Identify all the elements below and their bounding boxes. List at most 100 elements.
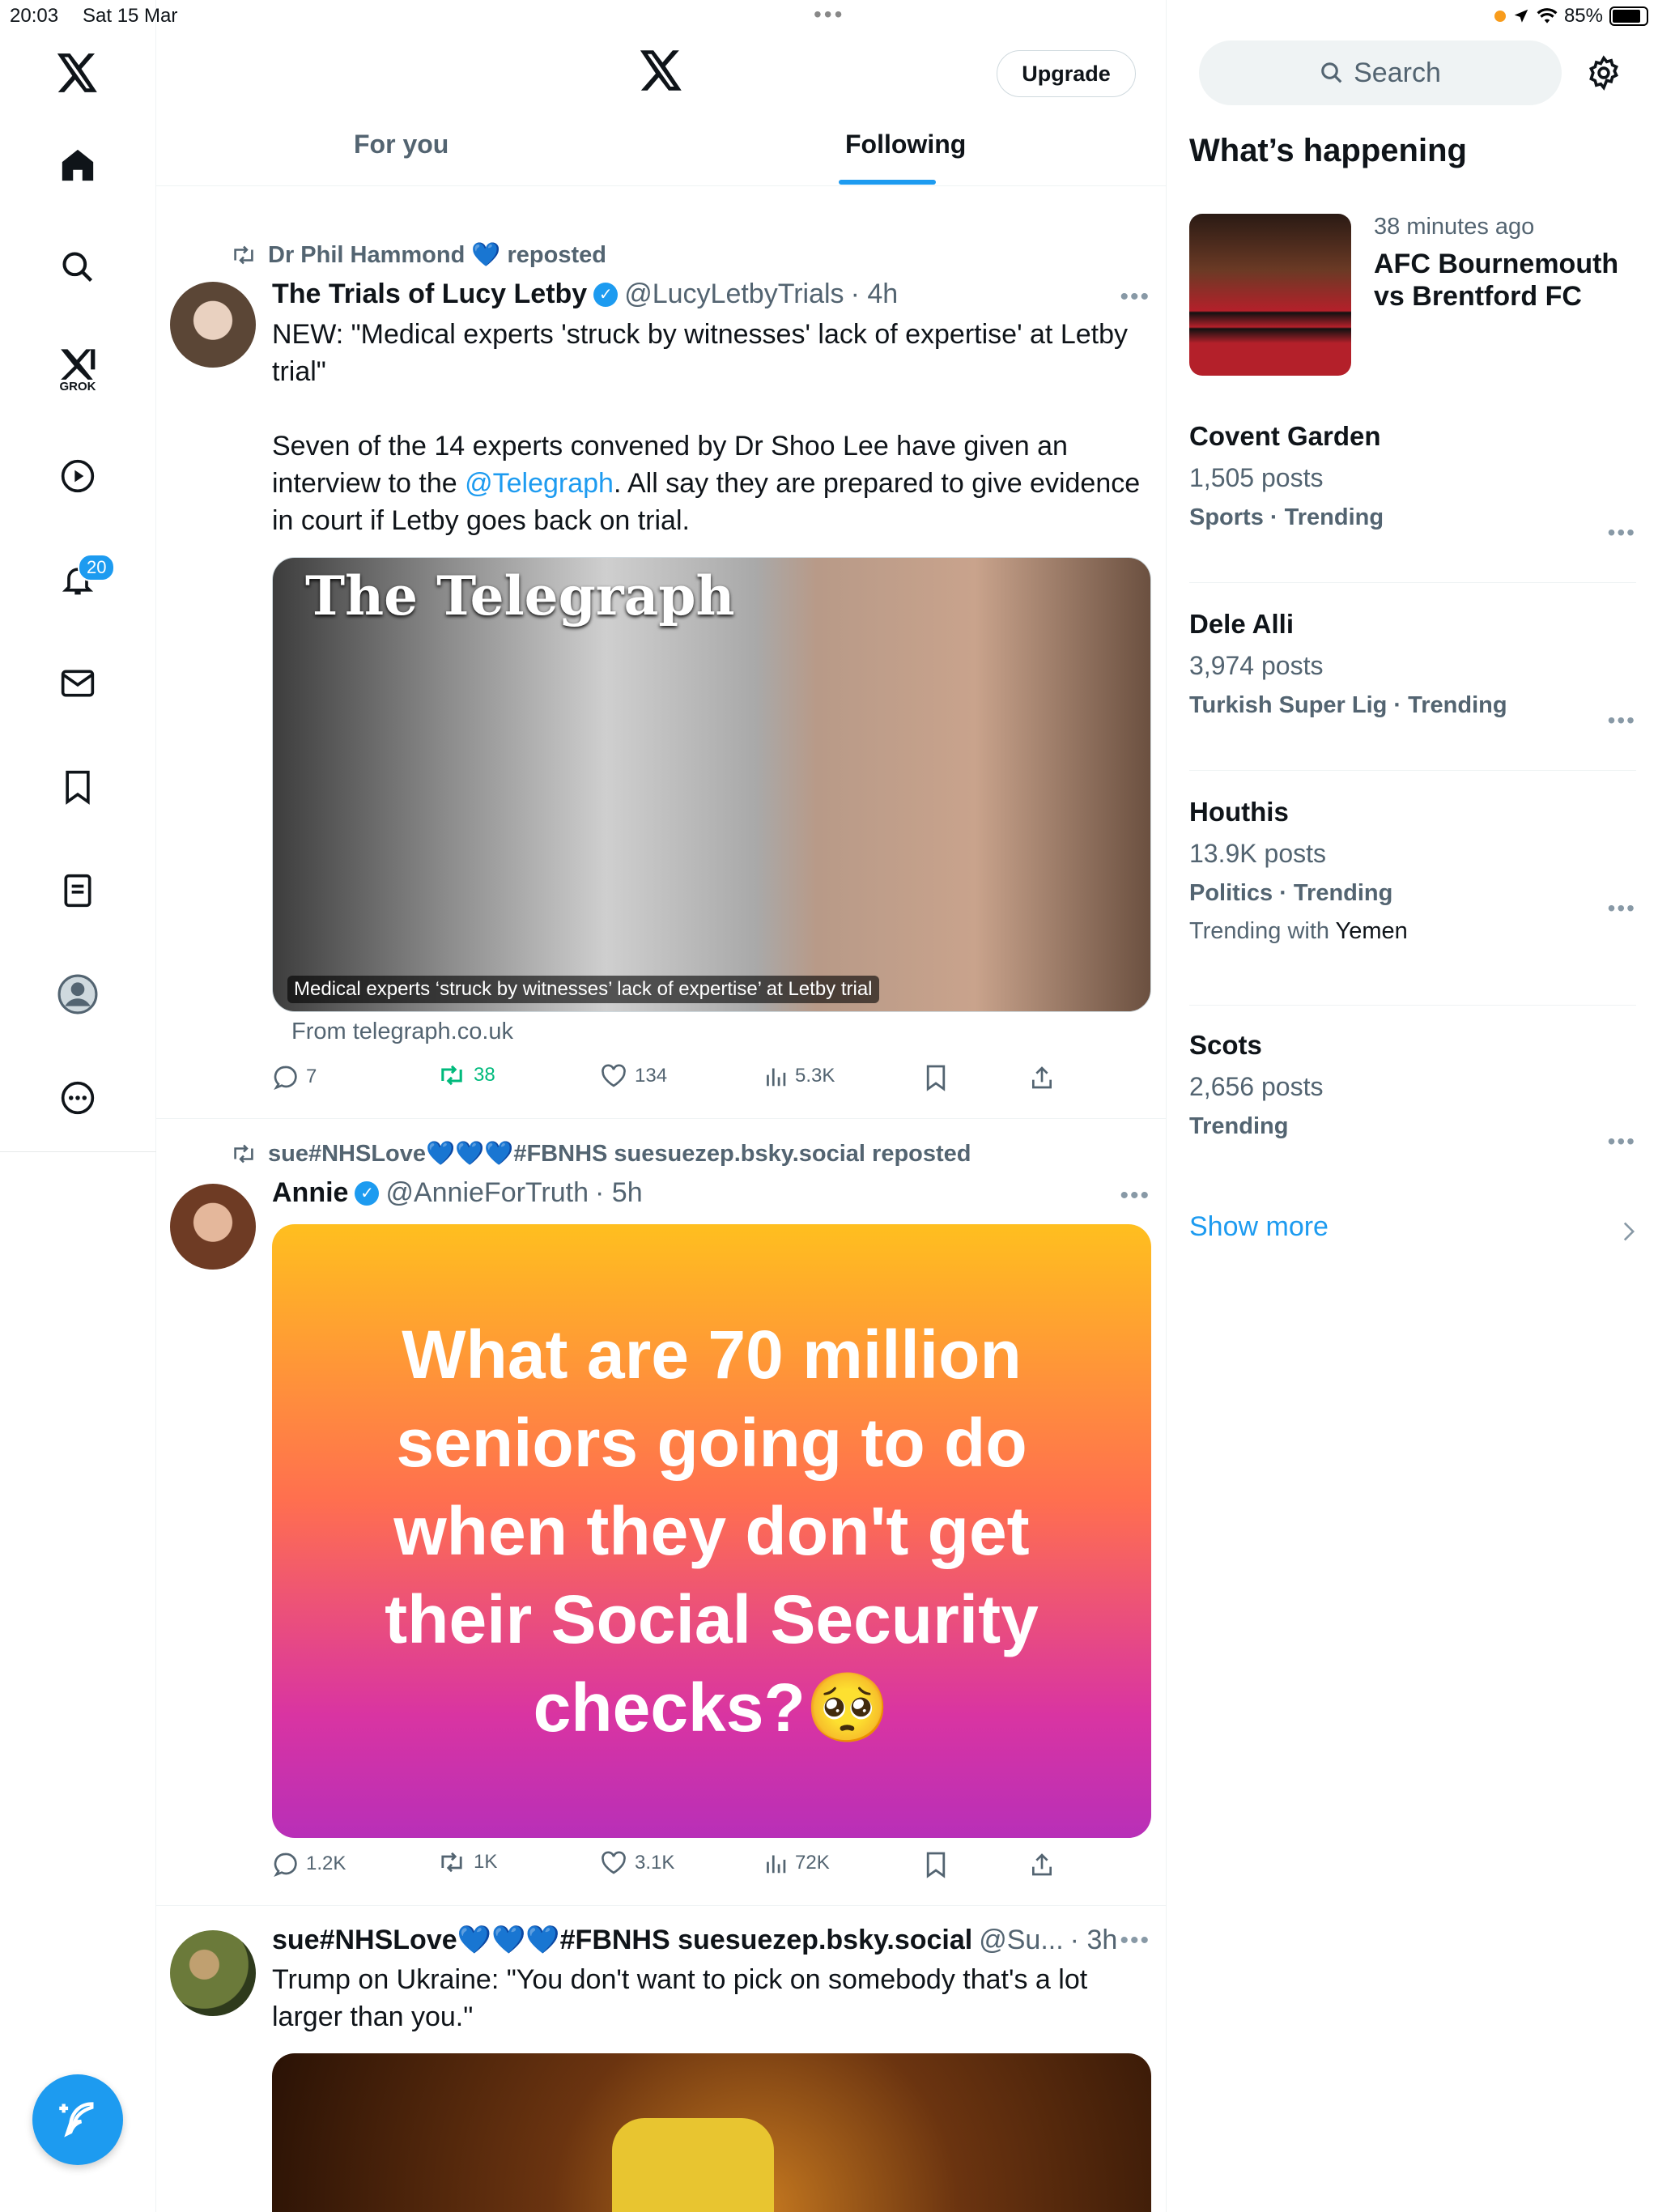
post-more-icon[interactable]: ••• [1120, 1927, 1150, 1955]
post-video[interactable] [272, 2053, 1151, 2212]
post-time[interactable]: · 5h [595, 1177, 643, 1209]
share-button[interactable] [1029, 1851, 1055, 1878]
heart-icon [602, 1851, 626, 1874]
active-tab-indicator [839, 180, 936, 185]
image-quote-card[interactable]: What are 70 million seniors going to do … [272, 1224, 1151, 1838]
x-logo-icon[interactable] [47, 42, 108, 104]
image-text-line: their Social Security [385, 1580, 1039, 1657]
bookmarks-icon[interactable] [47, 756, 108, 818]
bookmark-button[interactable] [925, 1851, 947, 1878]
share-icon [1032, 1853, 1052, 1876]
messages-mail-icon[interactable] [47, 653, 108, 714]
handle[interactable]: @Su... [979, 1925, 1063, 1956]
recording-dot-icon [1494, 11, 1506, 22]
trend-more-icon[interactable]: ••• [1608, 895, 1636, 921]
trend-more-icon[interactable]: ••• [1608, 520, 1636, 546]
bookmark-button[interactable] [925, 1064, 947, 1091]
compose-feather-icon [59, 2102, 94, 2138]
x-logo-header-icon[interactable] [640, 50, 683, 95]
post-sue[interactable]: sue#NHSLove💙💙💙#FBNHS suesuezep.bsky.soci… [156, 1906, 1166, 2212]
more-options-circle-icon[interactable] [47, 1067, 108, 1129]
display-name[interactable]: sue#NHSLove💙💙💙#FBNHS suesuezep.bsky.soci… [272, 1924, 972, 1956]
tab-for-you[interactable]: For you [354, 130, 449, 160]
trend-more-icon[interactable]: ••• [1608, 1129, 1636, 1155]
post-annie[interactable]: sue#NHSLove💙💙💙#FBNHS suesuezep.bsky.soci… [156, 1119, 1166, 1906]
trend-name: Covent Garden [1189, 421, 1381, 451]
reply-count: 1.2K [306, 1853, 346, 1874]
mention-link[interactable]: @Telegraph [465, 468, 614, 499]
share-icon [1032, 1066, 1052, 1089]
like-button[interactable]: 3.1K [601, 1851, 674, 1875]
views-button[interactable]: 72K [764, 1851, 830, 1875]
repost-count: 38 [474, 1064, 495, 1086]
whats-happening-heading: What’s happening [1189, 133, 1467, 168]
repost-button[interactable]: 1K [438, 1851, 497, 1874]
post-time[interactable]: · 4h [851, 279, 899, 310]
post-time[interactable]: · 3h [1070, 1925, 1118, 1956]
avatar[interactable] [170, 282, 256, 368]
link-source[interactable]: From telegraph.co.uk [291, 1019, 513, 1045]
views-chart-icon [767, 1068, 786, 1087]
post-text: Trump on Ukraine: "You don't want to pic… [272, 1964, 1088, 2032]
share-button[interactable] [1029, 1064, 1055, 1091]
profile-avatar-icon[interactable] [47, 963, 108, 1025]
video-play-icon[interactable] [47, 445, 108, 507]
grok-icon[interactable]: GROK [47, 338, 108, 400]
home-icon[interactable] [47, 134, 108, 196]
handle[interactable]: @LucyLetbyTrials [624, 279, 844, 310]
repost-icon [441, 1852, 462, 1873]
trend-item[interactable]: Houthis 13.9K posts Politics · Trending … [1189, 797, 1636, 1006]
image-text-line: seniors going to do [396, 1404, 1027, 1481]
like-button[interactable]: 134 [601, 1064, 667, 1088]
settings-gear-icon[interactable] [1586, 55, 1622, 95]
location-icon [1514, 9, 1528, 23]
reply-count: 7 [306, 1066, 317, 1087]
verified-badge-icon: ✓ [593, 282, 619, 307]
compose-post-button[interactable] [32, 2074, 123, 2165]
reply-button[interactable]: 1.2K [272, 1851, 346, 1877]
post-actions: 1.2K 1K 3.1K 72K [272, 1851, 1082, 1883]
status-bar: 20:03 Sat 15 Mar ••• 85% [0, 0, 1658, 32]
trend-more-icon[interactable]: ••• [1608, 708, 1636, 734]
display-name[interactable]: Annie [272, 1177, 348, 1209]
lists-icon[interactable] [47, 860, 108, 921]
trend-item[interactable]: Scots 2,656 posts Trending ••• [1189, 1030, 1636, 1192]
avatar[interactable] [170, 1930, 256, 2016]
trend-item[interactable]: Covent Garden 1,505 posts Sports · Trend… [1189, 421, 1636, 583]
trend-name: Scots [1189, 1030, 1262, 1060]
reply-icon [274, 1853, 297, 1877]
views-button[interactable]: 5.3K [764, 1064, 835, 1088]
wifi-icon [1537, 8, 1558, 23]
battery-icon [1609, 6, 1648, 26]
avatar[interactable] [170, 1184, 256, 1270]
trend-name: Houthis [1189, 797, 1289, 827]
repost-count: 1K [474, 1851, 498, 1873]
post-more-icon[interactable]: ••• [1120, 1182, 1150, 1210]
repost-button[interactable]: 38 [438, 1064, 495, 1087]
like-count: 134 [635, 1065, 668, 1087]
post-more-icon[interactable]: ••• [1120, 283, 1150, 311]
show-more-link[interactable]: Show more [1189, 1211, 1329, 1243]
explore-search-icon[interactable] [47, 236, 108, 298]
post-text-line: NEW: "Medical experts 'struck by witness… [272, 319, 1128, 387]
repost-context-text: Dr Phil Hammond 💙 reposted [268, 242, 606, 268]
trend-related-name[interactable]: Yemen [1336, 918, 1408, 944]
repost-context: sue#NHSLove💙💙💙#FBNHS suesuezep.bsky.soci… [231, 1140, 971, 1168]
tab-following[interactable]: Following [845, 130, 966, 160]
featured-trend-title[interactable]: AFC Bournemouth vs Brentford FC [1374, 248, 1618, 313]
post-letby[interactable]: Dr Phil Hammond 💙 reposted The Trials of… [156, 217, 1166, 1119]
display-name[interactable]: The Trials of Lucy Letby [272, 279, 587, 310]
multitask-dots-icon[interactable]: ••• [814, 2, 844, 28]
reply-button[interactable]: 7 [272, 1064, 317, 1090]
status-date: Sat 15 Mar [83, 5, 178, 27]
trend-item[interactable]: Dele Alli 3,974 posts Turkish Super Lig … [1189, 609, 1636, 771]
featured-trend-image[interactable] [1189, 214, 1351, 376]
left-nav: GROK 20 [0, 0, 156, 2212]
link-card-image[interactable]: The Telegraph Medical experts ‘struck by… [272, 557, 1151, 1012]
trend-posts: 3,974 posts [1189, 651, 1324, 680]
handle[interactable]: @AnnieForTruth [385, 1177, 589, 1209]
search-input[interactable]: Search [1199, 40, 1562, 105]
trend-context: Sports · Trending [1189, 504, 1384, 530]
upgrade-button[interactable]: Upgrade [997, 50, 1136, 97]
trend-context: Trending [1189, 1113, 1289, 1139]
